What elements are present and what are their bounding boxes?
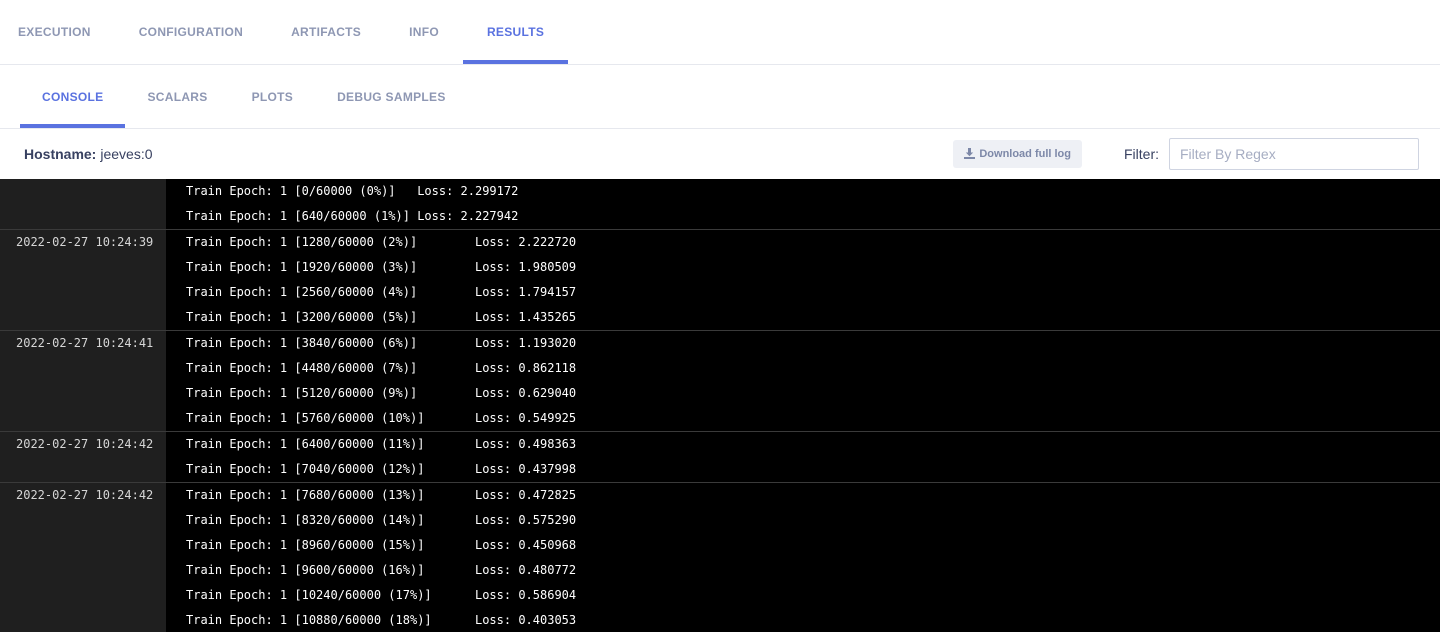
log-lines: Train Epoch: 1 [6400/60000 (11%)] Loss: … bbox=[166, 432, 1440, 482]
log-group: Train Epoch: 1 [0/60000 (0%)] Loss: 2.29… bbox=[0, 179, 1440, 230]
console-toolbar: Hostname: jeeves:0 Download full log Filt… bbox=[0, 129, 1440, 178]
tab-artifacts[interactable]: ARTIFACTS bbox=[267, 0, 385, 64]
log-line: Train Epoch: 1 [640/60000 (1%)] Loss: 2.… bbox=[186, 209, 519, 223]
log-timestamp: 2022-02-27 10:24:42 bbox=[0, 483, 166, 632]
filter-regex-input[interactable] bbox=[1169, 137, 1419, 170]
log-group: 2022-02-27 10:24:39 Train Epoch: 1 [1280/… bbox=[0, 230, 1440, 331]
log-line: Train Epoch: 1 [3840/60000 (6%)] Loss: 1… bbox=[186, 336, 577, 350]
log-group: 2022-02-27 10:24:41 Train Epoch: 1 [3840/… bbox=[0, 331, 1440, 432]
log-line: Train Epoch: 1 [5120/60000 (9%)] Loss: 0… bbox=[186, 386, 577, 400]
top-tab-bar: EXECUTION CONFIGURATION ARTIFACTS INFO R… bbox=[0, 0, 1440, 65]
hostname-value: jeeves:0 bbox=[100, 145, 153, 162]
log-timestamp: 2022-02-27 10:24:39 bbox=[0, 230, 166, 330]
log-line: Train Epoch: 1 [7040/60000 (12%)] Loss: … bbox=[186, 462, 577, 476]
log-lines: Train Epoch: 1 [1280/60000 (2%)] Loss: 2… bbox=[166, 230, 1440, 330]
tab-console[interactable]: CONSOLE bbox=[20, 65, 126, 128]
log-line: Train Epoch: 1 [1280/60000 (2%)] Loss: 2… bbox=[186, 235, 577, 249]
log-group: 2022-02-27 10:24:42 Train Epoch: 1 [7680/… bbox=[0, 483, 1440, 632]
tab-execution[interactable]: EXECUTION bbox=[0, 0, 115, 64]
tab-scalars[interactable]: SCALARS bbox=[125, 65, 229, 128]
log-line: Train Epoch: 1 [10240/60000 (17%)] Loss:… bbox=[186, 588, 577, 602]
log-timestamp: 2022-02-27 10:24:42 bbox=[0, 432, 166, 482]
hostname-label: Hostname: bbox=[24, 145, 97, 162]
log-line: Train Epoch: 1 [9600/60000 (16%)] Loss: … bbox=[186, 563, 577, 577]
tab-info[interactable]: INFO bbox=[385, 0, 463, 64]
download-icon bbox=[964, 148, 976, 159]
download-full-log-label: Download full log bbox=[979, 147, 1071, 160]
log-lines: Train Epoch: 1 [0/60000 (0%)] Loss: 2.29… bbox=[166, 179, 1440, 229]
log-line: Train Epoch: 1 [1920/60000 (3%)] Loss: 1… bbox=[186, 260, 577, 274]
log-group: 2022-02-27 10:24:42 Train Epoch: 1 [6400/… bbox=[0, 432, 1440, 483]
tab-results[interactable]: RESULTS bbox=[462, 0, 569, 64]
log-timestamp: 2022-02-27 10:24:41 bbox=[0, 331, 166, 431]
log-line: Train Epoch: 1 [2560/60000 (4%)] Loss: 1… bbox=[186, 285, 577, 299]
tab-configuration[interactable]: CONFIGURATION bbox=[115, 0, 267, 64]
log-line: Train Epoch: 1 [4480/60000 (7%)] Loss: 0… bbox=[186, 361, 577, 375]
download-full-log-button[interactable]: Download full log bbox=[953, 139, 1082, 168]
log-line: Train Epoch: 1 [8960/60000 (15%)] Loss: … bbox=[186, 538, 577, 552]
log-line: Train Epoch: 1 [8320/60000 (14%)] Loss: … bbox=[186, 513, 577, 527]
filter-label: Filter: bbox=[1124, 145, 1159, 162]
log-lines: Train Epoch: 1 [3840/60000 (6%)] Loss: 1… bbox=[166, 331, 1440, 431]
log-line: Train Epoch: 1 [10880/60000 (18%)] Loss:… bbox=[186, 613, 577, 627]
results-sub-tab-bar: CONSOLE SCALARS PLOTS DEBUG SAMPLES bbox=[0, 65, 1440, 129]
console-log[interactable]: Train Epoch: 1 [0/60000 (0%)] Loss: 2.29… bbox=[0, 179, 1440, 632]
log-line: Train Epoch: 1 [7680/60000 (13%)] Loss: … bbox=[186, 488, 577, 502]
hostname: Hostname: jeeves:0 bbox=[24, 146, 153, 162]
log-line: Train Epoch: 1 [3200/60000 (5%)] Loss: 1… bbox=[186, 310, 577, 324]
log-line: Train Epoch: 1 [0/60000 (0%)] Loss: 2.29… bbox=[186, 184, 519, 198]
tab-plots[interactable]: PLOTS bbox=[230, 65, 316, 128]
log-lines: Train Epoch: 1 [7680/60000 (13%)] Loss: … bbox=[166, 483, 1440, 632]
log-line: Train Epoch: 1 [5760/60000 (10%)] Loss: … bbox=[186, 411, 577, 425]
tab-debug-samples[interactable]: DEBUG SAMPLES bbox=[315, 65, 468, 128]
log-line: Train Epoch: 1 [6400/60000 (11%)] Loss: … bbox=[186, 437, 577, 451]
log-timestamp bbox=[0, 179, 166, 229]
